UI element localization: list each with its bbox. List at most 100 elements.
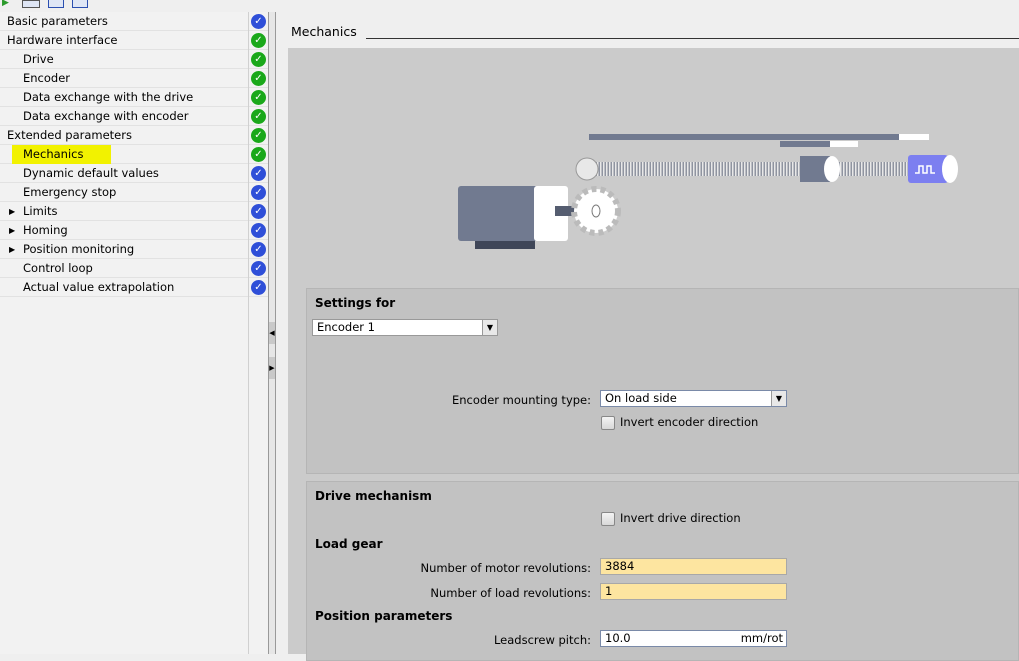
motor-revolutions-input[interactable]: 3884 [600,558,787,575]
load-gear-title: Load gear [315,537,383,551]
leadscrew-pitch-label: Leadscrew pitch: [291,633,591,647]
tree-item[interactable]: ▾Extended parameters [0,126,248,145]
collapse-left-button[interactable]: ◀ [269,322,275,344]
status-check-icon: ✓ [251,90,266,105]
leadscrew-pitch-value: 10.0 [605,631,631,645]
status-cell: ✓ [249,50,268,69]
play-icon[interactable]: ▶ [2,0,9,8]
invert-drive-checkbox[interactable] [601,512,615,526]
status-check-icon: ✓ [251,147,266,162]
view-toggle-button-2[interactable] [48,0,64,8]
tree-item-label: Emergency stop [23,183,116,202]
expand-closed-icon[interactable]: ▶ [9,202,15,221]
status-check-icon: ✓ [251,223,266,238]
status-cell: ✓ [249,183,268,202]
divider [366,38,1019,39]
status-cell: ✓ [249,31,268,50]
tree-item-label: Basic parameters [7,12,108,31]
status-cell: ✓ [249,278,268,297]
tree-item[interactable]: Basic parameters [0,12,248,31]
tree-item-label: Homing [23,221,68,240]
tree-item-label: Drive [23,50,54,69]
tree-item[interactable]: Data exchange with the drive [0,88,248,107]
status-cell: ✓ [249,88,268,107]
drive-mechanism-title: Drive mechanism [315,489,432,503]
tree-item[interactable]: Dynamic default values [0,164,248,183]
tree-item[interactable]: ▶ Homing [0,221,248,240]
mounting-type-label: Encoder mounting type: [291,393,591,407]
toolbar: ▶ [0,0,268,12]
view-toggle-button-3[interactable] [72,0,88,8]
status-check-icon: ✓ [251,204,266,219]
tree-item-label: Encoder [23,69,70,88]
status-cell: ✓ [249,69,268,88]
invert-encoder-label: Invert encoder direction [620,415,758,429]
encoder-selector-value: Encoder 1 [317,320,375,334]
tree-item-label: Limits [23,202,58,221]
status-cell: ✓ [249,164,268,183]
tree-item-label: Data exchange with encoder [23,107,188,126]
status-check-icon: ✓ [251,280,266,295]
tree-item-label: Position monitoring [23,240,134,259]
tree-item-label: Mechanics [12,145,111,164]
tree-item-label: Extended parameters [7,126,132,145]
status-check-icon: ✓ [251,185,266,200]
expand-right-button[interactable]: ▶ [269,357,275,379]
tree-item[interactable]: Control loop [0,259,248,278]
load-revolutions-input[interactable]: 1 [600,583,787,600]
position-parameters-title: Position parameters [315,609,452,623]
status-column: ✓ ✓ ✓ ✓ ✓ ✓ ✓ ✓ ✓ ✓ ✓ ✓ ✓ ✓ ✓ [248,12,268,654]
page-title: Mechanics [291,24,357,39]
mechanics-illustration [450,126,970,256]
tree-item[interactable]: Mechanics [0,145,248,164]
tree-item[interactable]: ▶ Limits [0,202,248,221]
settings-title: Settings for [315,296,395,310]
tree-item-label: Hardware interface [7,31,117,50]
tree-item-label: Data exchange with the drive [23,88,193,107]
chevron-down-icon[interactable]: ▼ [771,391,786,406]
status-cell: ✓ [249,12,268,31]
tree-item[interactable]: Encoder [0,69,248,88]
invert-drive-label: Invert drive direction [620,511,741,525]
status-check-icon: ✓ [251,109,266,124]
leadscrew-pitch-unit: mm/rot [741,631,783,646]
view-toggle-button-1[interactable] [22,0,40,8]
status-cell: ✓ [249,259,268,278]
drive-mechanism-section: Drive mechanism Invert drive direction L… [306,481,1019,661]
tree-item[interactable]: ▶ Position monitoring [0,240,248,259]
status-cell: ✓ [249,107,268,126]
status-check-icon: ✓ [251,52,266,67]
mounting-type-select[interactable]: On load side ▼ [600,390,787,407]
expand-closed-icon[interactable]: ▶ [9,240,15,259]
tree-item[interactable]: Data exchange with encoder [0,107,248,126]
tree-item[interactable]: Drive [0,50,248,69]
status-check-icon: ✓ [251,261,266,276]
parameter-tree: Basic parameters▾Hardware interfaceDrive… [0,12,248,654]
status-cell: ✓ [249,145,268,164]
motor-revolutions-label: Number of motor revolutions: [291,561,591,575]
tree-item[interactable]: Emergency stop [0,183,248,202]
status-check-icon: ✓ [251,166,266,181]
status-check-icon: ✓ [251,71,266,86]
chevron-down-icon[interactable]: ▼ [482,320,497,335]
status-check-icon: ✓ [251,33,266,48]
status-check-icon: ✓ [251,242,266,257]
status-check-icon: ✓ [251,128,266,143]
encoder-selector[interactable]: Encoder 1 ▼ [312,319,498,336]
status-check-icon: ✓ [251,14,266,29]
tree-item-label: Dynamic default values [23,164,159,183]
invert-encoder-checkbox[interactable] [601,416,615,430]
tree-item[interactable]: Actual value extrapolation [0,278,248,297]
status-cell: ✓ [249,126,268,145]
status-cell: ✓ [249,202,268,221]
mounting-type-value: On load side [605,391,677,405]
status-cell: ✓ [249,221,268,240]
tree-item[interactable]: ▾Hardware interface [0,31,248,50]
load-revolutions-label: Number of load revolutions: [291,586,591,600]
tree-item-label: Actual value extrapolation [23,278,174,297]
tree-item-label: Control loop [23,259,93,278]
status-cell: ✓ [249,240,268,259]
leadscrew-pitch-input[interactable]: 10.0 mm/rot [600,630,787,647]
expand-closed-icon[interactable]: ▶ [9,221,15,240]
splitter[interactable]: ◀ ▶ [268,12,276,654]
